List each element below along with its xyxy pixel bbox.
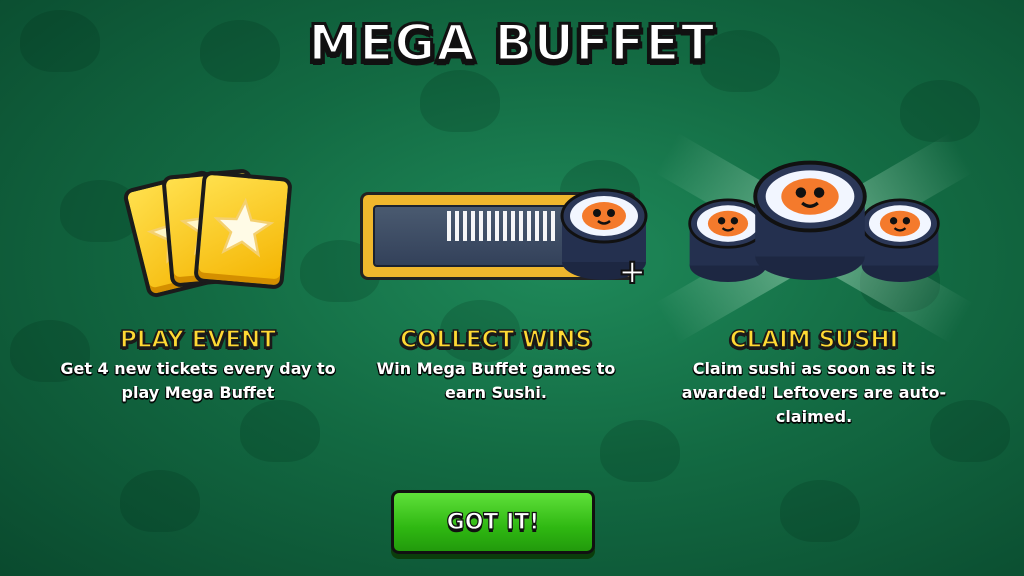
step-description: Claim sushi as soon as it is awarded! Le…: [681, 359, 947, 426]
step-collect-wins: + COLLECT WINS Win Mega Buffet games to …: [346, 150, 648, 405]
sushi-trio-icon: [655, 132, 973, 343]
event-title: MEGA BUFFET: [307, 13, 716, 74]
sushi-icon: [753, 160, 867, 280]
progress-bar-sushi-icon: +: [346, 150, 648, 325]
ticket-icon: [193, 170, 293, 290]
plus-icon: +: [617, 251, 647, 293]
step-heading: PLAY EVENT: [119, 326, 276, 354]
step-description: Get 4 new tickets every day to play Mega…: [60, 359, 336, 402]
step-heading: COLLECT WINS: [399, 326, 592, 354]
got-it-button[interactable]: GOT IT!: [391, 490, 595, 554]
step-play-event: PLAY EVENT Get 4 new tickets every day t…: [48, 150, 348, 405]
progress-stripes: [447, 211, 559, 241]
step-description: Win Mega Buffet games to earn Sushi.: [376, 359, 616, 402]
step-claim-sushi: CLAIM SUSHI Claim sushi as soon as it is…: [655, 132, 973, 429]
ticket-stack-icon: [48, 150, 348, 325]
step-heading: CLAIM SUSHI: [729, 326, 899, 354]
sushi-icon: [860, 198, 940, 282]
